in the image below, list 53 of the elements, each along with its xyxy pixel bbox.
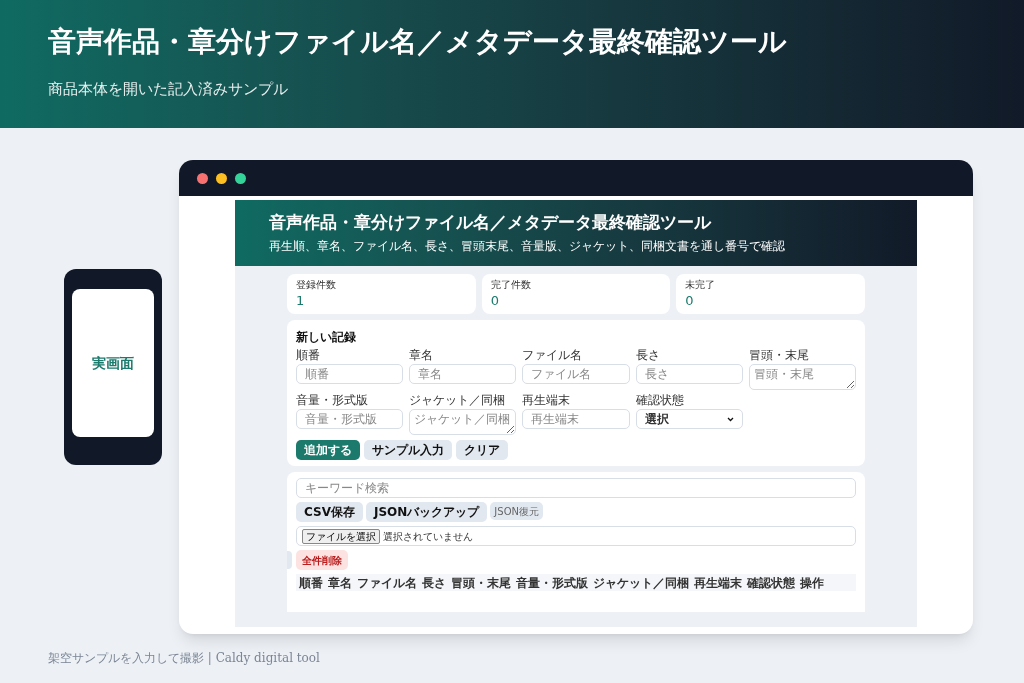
stat-value: 0 <box>490 293 500 308</box>
app-subtitle: 再生順、章名、ファイル名、長さ、冒頭末尾、音量版、ジャケット、同梱文書を通し番号で確認 <box>269 239 786 253</box>
column-header: ファイル名 <box>357 575 417 590</box>
action-button[interactable]: JSON復元 <box>490 502 543 520</box>
status-select[interactable]: 選択 <box>635 409 743 429</box>
chevron-down-icon <box>726 416 734 422</box>
field-label: 確認状態 <box>635 394 685 407</box>
field-label: 順番 <box>296 349 321 362</box>
column-header: 冒頭・末尾 <box>451 575 511 590</box>
file-status: 選択されていません <box>383 529 473 544</box>
stat-label: 登録件数 <box>296 279 337 291</box>
stat-value: 0 <box>685 293 695 308</box>
text-field[interactable]: ファイル名 <box>522 364 630 384</box>
column-header: 音量・形式版 <box>516 575 588 590</box>
phone-label: 実画面 <box>92 353 134 373</box>
search-field[interactable]: キーワード検索 <box>296 478 856 498</box>
form-title: 新しい記録 <box>296 330 357 344</box>
action-button[interactable]: CSV保存 <box>296 502 363 522</box>
column-header: 再生端末 <box>694 575 742 590</box>
field-label: ジャケット／同梱 <box>409 394 507 407</box>
field-label: ファイル名 <box>522 349 584 362</box>
field-label: 再生端末 <box>522 394 572 407</box>
column-header: 長さ <box>422 575 446 590</box>
footer-credit: 架空サンプルを入力して撮影 | Caldy digital tool <box>48 650 320 667</box>
column-header: ジャケット／同梱 <box>593 575 689 590</box>
stat-value: 1 <box>296 293 306 308</box>
file-picker[interactable]: ファイルを選択 選択されていません <box>296 526 856 546</box>
field-label: 章名 <box>409 349 435 362</box>
text-field[interactable]: 再生端末 <box>522 409 630 429</box>
action-button[interactable]: 追加する <box>296 440 360 460</box>
text-field[interactable]: 順番 <box>296 364 404 384</box>
stat-label: 完了件数 <box>490 279 532 291</box>
text-field[interactable]: 長さ <box>635 364 743 384</box>
action-button[interactable]: JSONバックアップ <box>365 502 488 522</box>
text-area[interactable]: 冒頭・末尾 <box>748 364 856 390</box>
column-header: 確認状態 <box>747 575 795 590</box>
text-field[interactable]: 章名 <box>409 364 517 384</box>
file-button[interactable]: ファイルを選択 <box>302 528 380 544</box>
hero-title: 音声作品・章分けファイル名／メタデータ最終確認ツール <box>48 24 788 60</box>
hero-subtitle: 商品本体を開いた記入済みサンプル <box>48 80 289 98</box>
app-title: 音声作品・章分けファイル名／メタデータ最終確認ツール <box>269 211 713 233</box>
field-label: 音量・形式版 <box>296 394 369 407</box>
text-field[interactable]: 音量・形式版 <box>296 409 404 429</box>
field-label: 冒頭・末尾 <box>748 349 810 362</box>
column-header: 章名 <box>328 575 352 590</box>
stat-label: 未完了 <box>685 279 717 291</box>
text-area[interactable]: ジャケット／同梱 <box>409 409 517 435</box>
column-header: 操作 <box>800 575 824 590</box>
action-button[interactable]: クリア <box>456 440 508 460</box>
field-label: 長さ <box>635 349 661 362</box>
action-button[interactable]: サンプル入力 <box>364 440 452 460</box>
delete-all-button[interactable]: 全件削除 <box>296 550 348 570</box>
column-header: 順番 <box>299 575 323 590</box>
